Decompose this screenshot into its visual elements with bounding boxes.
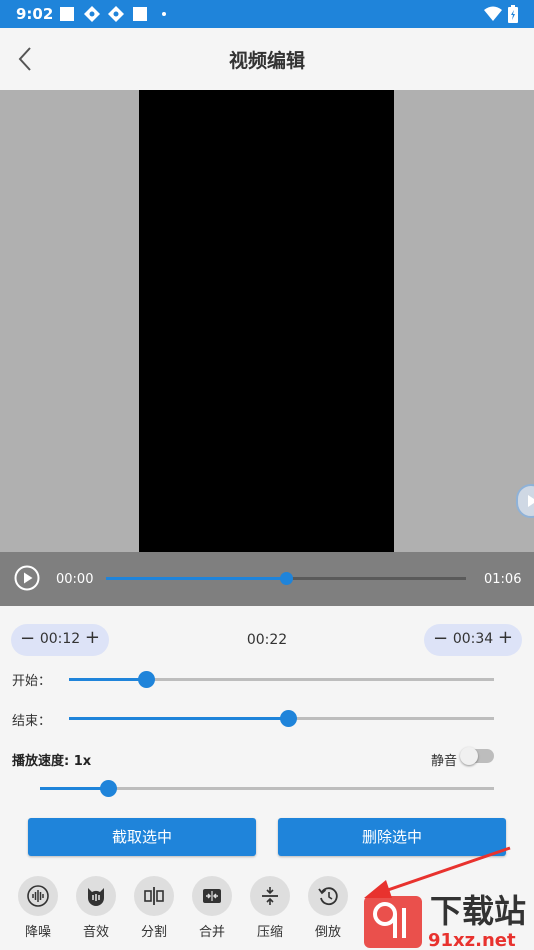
floating-video-button[interactable] <box>516 484 534 518</box>
tool-compress[interactable]: 压缩 <box>248 876 292 940</box>
mute-toggle-knob <box>460 747 478 765</box>
speed-label: 播放速度: 1x <box>12 750 91 769</box>
speed-label-text: 播放速度: <box>12 754 70 769</box>
tool-label: 分割 <box>140 925 167 940</box>
watermark-logo: 下载站 91xz.net <box>364 892 526 950</box>
total-duration: 01:06 <box>484 572 522 587</box>
tool-compress-circle <box>250 876 290 916</box>
tool-label: 降噪 <box>24 925 51 940</box>
end-slider-thumb[interactable] <box>279 710 297 727</box>
mute-label: 静音 <box>431 754 458 769</box>
status-bar: 9:02 <box>0 0 534 28</box>
tool-sound-effect[interactable]: 音效 <box>74 876 118 940</box>
watermark-site: 91xz.net <box>428 930 516 950</box>
tool-label: 压缩 <box>256 925 283 940</box>
app-diamond-icon <box>108 6 124 22</box>
speed-slider[interactable] <box>40 780 494 797</box>
end-slider-fill <box>69 717 288 720</box>
tool-reverse[interactable]: 倒放 <box>306 876 350 940</box>
play-icon[interactable] <box>14 565 40 591</box>
speed-slider-thumb[interactable] <box>100 780 118 797</box>
current-time: 00:00 <box>56 572 94 587</box>
tool-noise-reduction[interactable]: 降噪 <box>16 876 60 940</box>
noise-reduction-icon <box>27 885 49 907</box>
split-icon <box>144 887 164 905</box>
start-slider[interactable] <box>69 671 494 688</box>
play-badge-icon <box>528 495 534 507</box>
tool-label: 合并 <box>198 925 225 940</box>
end-time-stepper: − 00:34 + <box>424 624 522 656</box>
sound-effect-icon <box>88 888 104 906</box>
tool-merge-circle <box>192 876 232 916</box>
end-plus-button[interactable]: + <box>498 628 513 648</box>
watermark-text: 下载站 <box>430 892 526 930</box>
merge-icon <box>203 889 221 903</box>
playback-progress-fill <box>106 577 286 580</box>
playback-progress-thumb[interactable] <box>280 572 293 585</box>
wifi-icon <box>484 6 502 21</box>
notification-square-icon <box>60 7 74 21</box>
start-slider-thumb[interactable] <box>137 671 155 688</box>
tool-label: 倒放 <box>314 925 341 940</box>
speed-value: 1x <box>73 754 92 769</box>
video-frame <box>139 90 394 552</box>
tool-reverse-circle <box>308 876 348 916</box>
tool-split-circle <box>134 876 174 916</box>
start-label: 开始： <box>12 674 52 689</box>
tool-split[interactable]: 分割 <box>132 876 176 940</box>
reverse-icon <box>318 887 338 906</box>
start-slider-fill <box>69 678 146 681</box>
speed-slider-fill <box>40 787 109 790</box>
cut-selection-button[interactable]: 截取选中 <box>28 818 256 856</box>
video-preview[interactable] <box>0 90 534 552</box>
page-title: 视频编辑 <box>228 50 305 72</box>
status-time: 9:02 <box>16 5 54 23</box>
tool-merge[interactable]: 合并 <box>190 876 234 940</box>
tool-noise-reduction-circle <box>18 876 58 916</box>
more-dot-icon <box>162 12 166 16</box>
title-bar: 视频编辑 <box>0 28 534 90</box>
end-label: 结束： <box>12 714 52 729</box>
mute-toggle[interactable] <box>460 747 494 765</box>
battery-icon <box>508 5 518 23</box>
compress-icon <box>262 887 278 905</box>
player-controls: 00:00 01:06 <box>0 552 534 606</box>
tool-label: 音效 <box>82 925 109 940</box>
playback-progress-bar[interactable] <box>106 572 466 585</box>
tool-sound-effect-circle <box>76 876 116 916</box>
notification-square-icon <box>133 7 147 21</box>
end-slider[interactable] <box>69 710 494 727</box>
app-diamond-icon <box>84 6 100 22</box>
